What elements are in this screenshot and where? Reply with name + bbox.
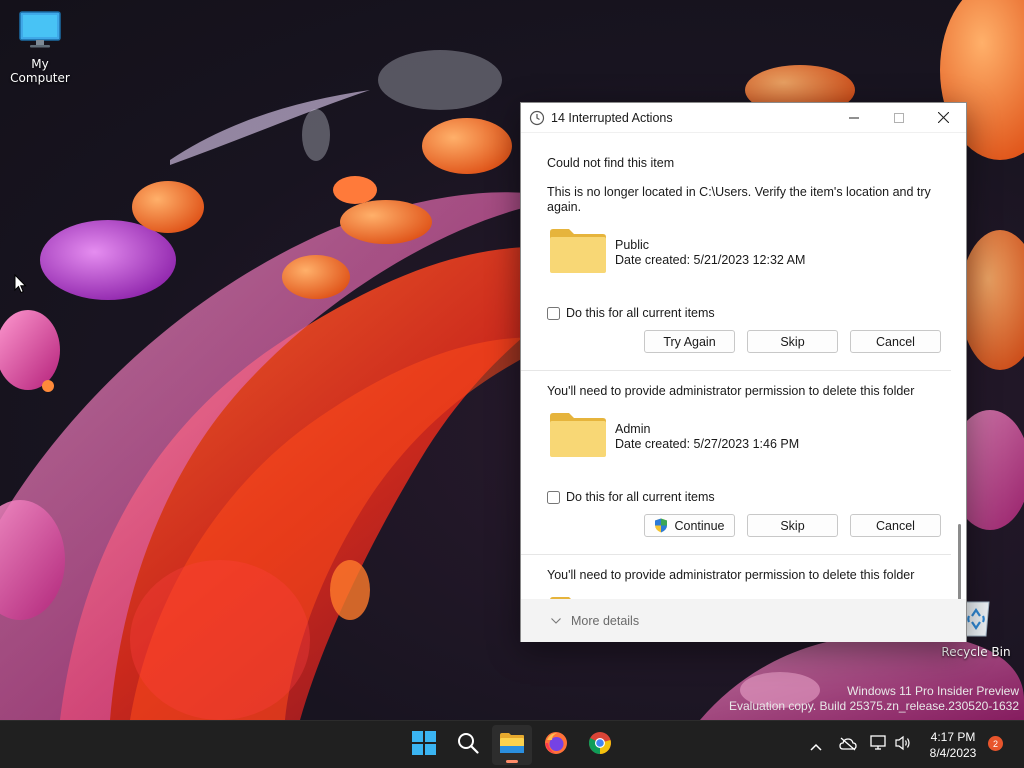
start-button[interactable] [404, 725, 444, 765]
apply-all-checkbox[interactable] [547, 490, 560, 504]
uac-shield-icon [654, 518, 668, 533]
firefox-icon [544, 731, 568, 759]
search-icon [457, 732, 479, 758]
skip-button[interactable]: Skip [747, 330, 838, 353]
search-button[interactable] [448, 725, 488, 765]
interrupted-items-list[interactable]: Could not find this item This is no long… [521, 144, 966, 599]
more-details-label: More details [571, 613, 640, 628]
item-message: This is no longer located in C:\Users. V… [547, 185, 931, 214]
onedrive-tray-button[interactable] [836, 721, 860, 768]
clock-icon [529, 110, 545, 126]
watermark-line-build: Evaluation copy. Build 25375.zn_release.… [729, 699, 1019, 713]
file-date: Date created: 5/21/2023 12:32 AM [615, 253, 806, 267]
dialog-title: 14 Interrupted Actions [551, 110, 673, 125]
cloud-offline-icon [839, 736, 857, 755]
speaker-icon [894, 735, 912, 755]
chevron-down-icon [551, 617, 561, 624]
button-label: Skip [780, 518, 805, 533]
file-entry: Public Date created: 5/21/2023 12:32 AM [549, 228, 805, 274]
apply-all-checkbox-row[interactable]: Do this for all current items [547, 306, 715, 320]
cancel-button[interactable]: Cancel [850, 514, 941, 537]
network-tray-button[interactable] [868, 721, 890, 768]
button-label: Cancel [876, 518, 915, 533]
build-watermark: Windows 11 Pro Insider Preview Evaluatio… [729, 684, 1019, 714]
interrupted-actions-dialog: 14 Interrupted Actions Could not find th… [520, 102, 967, 642]
file-explorer-icon [499, 732, 525, 758]
file-name: Public [615, 238, 650, 252]
list-scrollbar[interactable] [958, 524, 961, 599]
desktop-icon-label: Recycle Bin [941, 645, 1011, 659]
cancel-button[interactable]: Cancel [850, 330, 941, 353]
section-divider [521, 370, 951, 371]
button-label: Cancel [876, 334, 915, 349]
checkbox-label: Do this for all current items [566, 490, 715, 504]
monitor-icon [0, 10, 80, 53]
button-label: Try Again [663, 334, 716, 349]
checkbox-label: Do this for all current items [566, 306, 715, 320]
folder-icon [549, 228, 607, 274]
button-label: Continue [674, 518, 725, 533]
file-date: Date created: 5/27/2023 1:46 PM [615, 437, 800, 451]
item-heading: You'll need to provide administrator per… [547, 384, 915, 398]
active-app-indicator [506, 760, 518, 763]
dialog-titlebar[interactable]: 14 Interrupted Actions [521, 103, 966, 133]
skip-button[interactable]: Skip [747, 514, 838, 537]
apply-all-checkbox[interactable] [547, 306, 560, 320]
clock-time: 4:17 PM [930, 730, 976, 744]
try-again-button[interactable]: Try Again [644, 330, 735, 353]
file-explorer-button[interactable] [492, 725, 532, 765]
chevron-up-icon [810, 736, 822, 755]
taskbar: 4:17 PM 8/4/2023 [0, 720, 1024, 768]
apply-all-checkbox-row[interactable]: Do this for all current items [547, 490, 715, 504]
notification-badge[interactable]: 2 [988, 736, 1003, 751]
watermark-line-edition: Windows 11 Pro Insider Preview [847, 684, 1019, 698]
maximize-button [876, 103, 921, 133]
file-name: Admin [615, 422, 651, 436]
continue-button[interactable]: Continue [644, 514, 735, 537]
mouse-cursor-icon [14, 273, 27, 298]
firefox-button[interactable] [536, 725, 576, 765]
chrome-icon [588, 731, 612, 759]
chrome-button[interactable] [580, 725, 620, 765]
folder-icon [549, 412, 607, 458]
desktop-icon-my-computer[interactable]: My Computer [0, 10, 80, 85]
file-entry: Admin Date created: 5/27/2023 1:46 PM [549, 412, 799, 458]
network-icon [870, 735, 888, 755]
clock-date: 8/4/2023 [929, 746, 977, 760]
taskbar-clock[interactable]: 4:17 PM 8/4/2023 [920, 729, 986, 761]
item-heading: You'll need to provide administrator per… [547, 568, 915, 582]
item-heading: Could not find this item [547, 156, 675, 170]
start-icon [412, 731, 436, 759]
volume-tray-button[interactable] [892, 721, 914, 768]
close-button[interactable] [921, 103, 966, 133]
show-hidden-icons-button[interactable] [805, 721, 827, 768]
more-details-toggle[interactable]: More details [521, 599, 966, 642]
button-label: Skip [780, 334, 805, 349]
desktop-icon-label: My Computer [10, 57, 70, 85]
minimize-button[interactable] [831, 103, 876, 133]
section-divider [521, 554, 951, 555]
